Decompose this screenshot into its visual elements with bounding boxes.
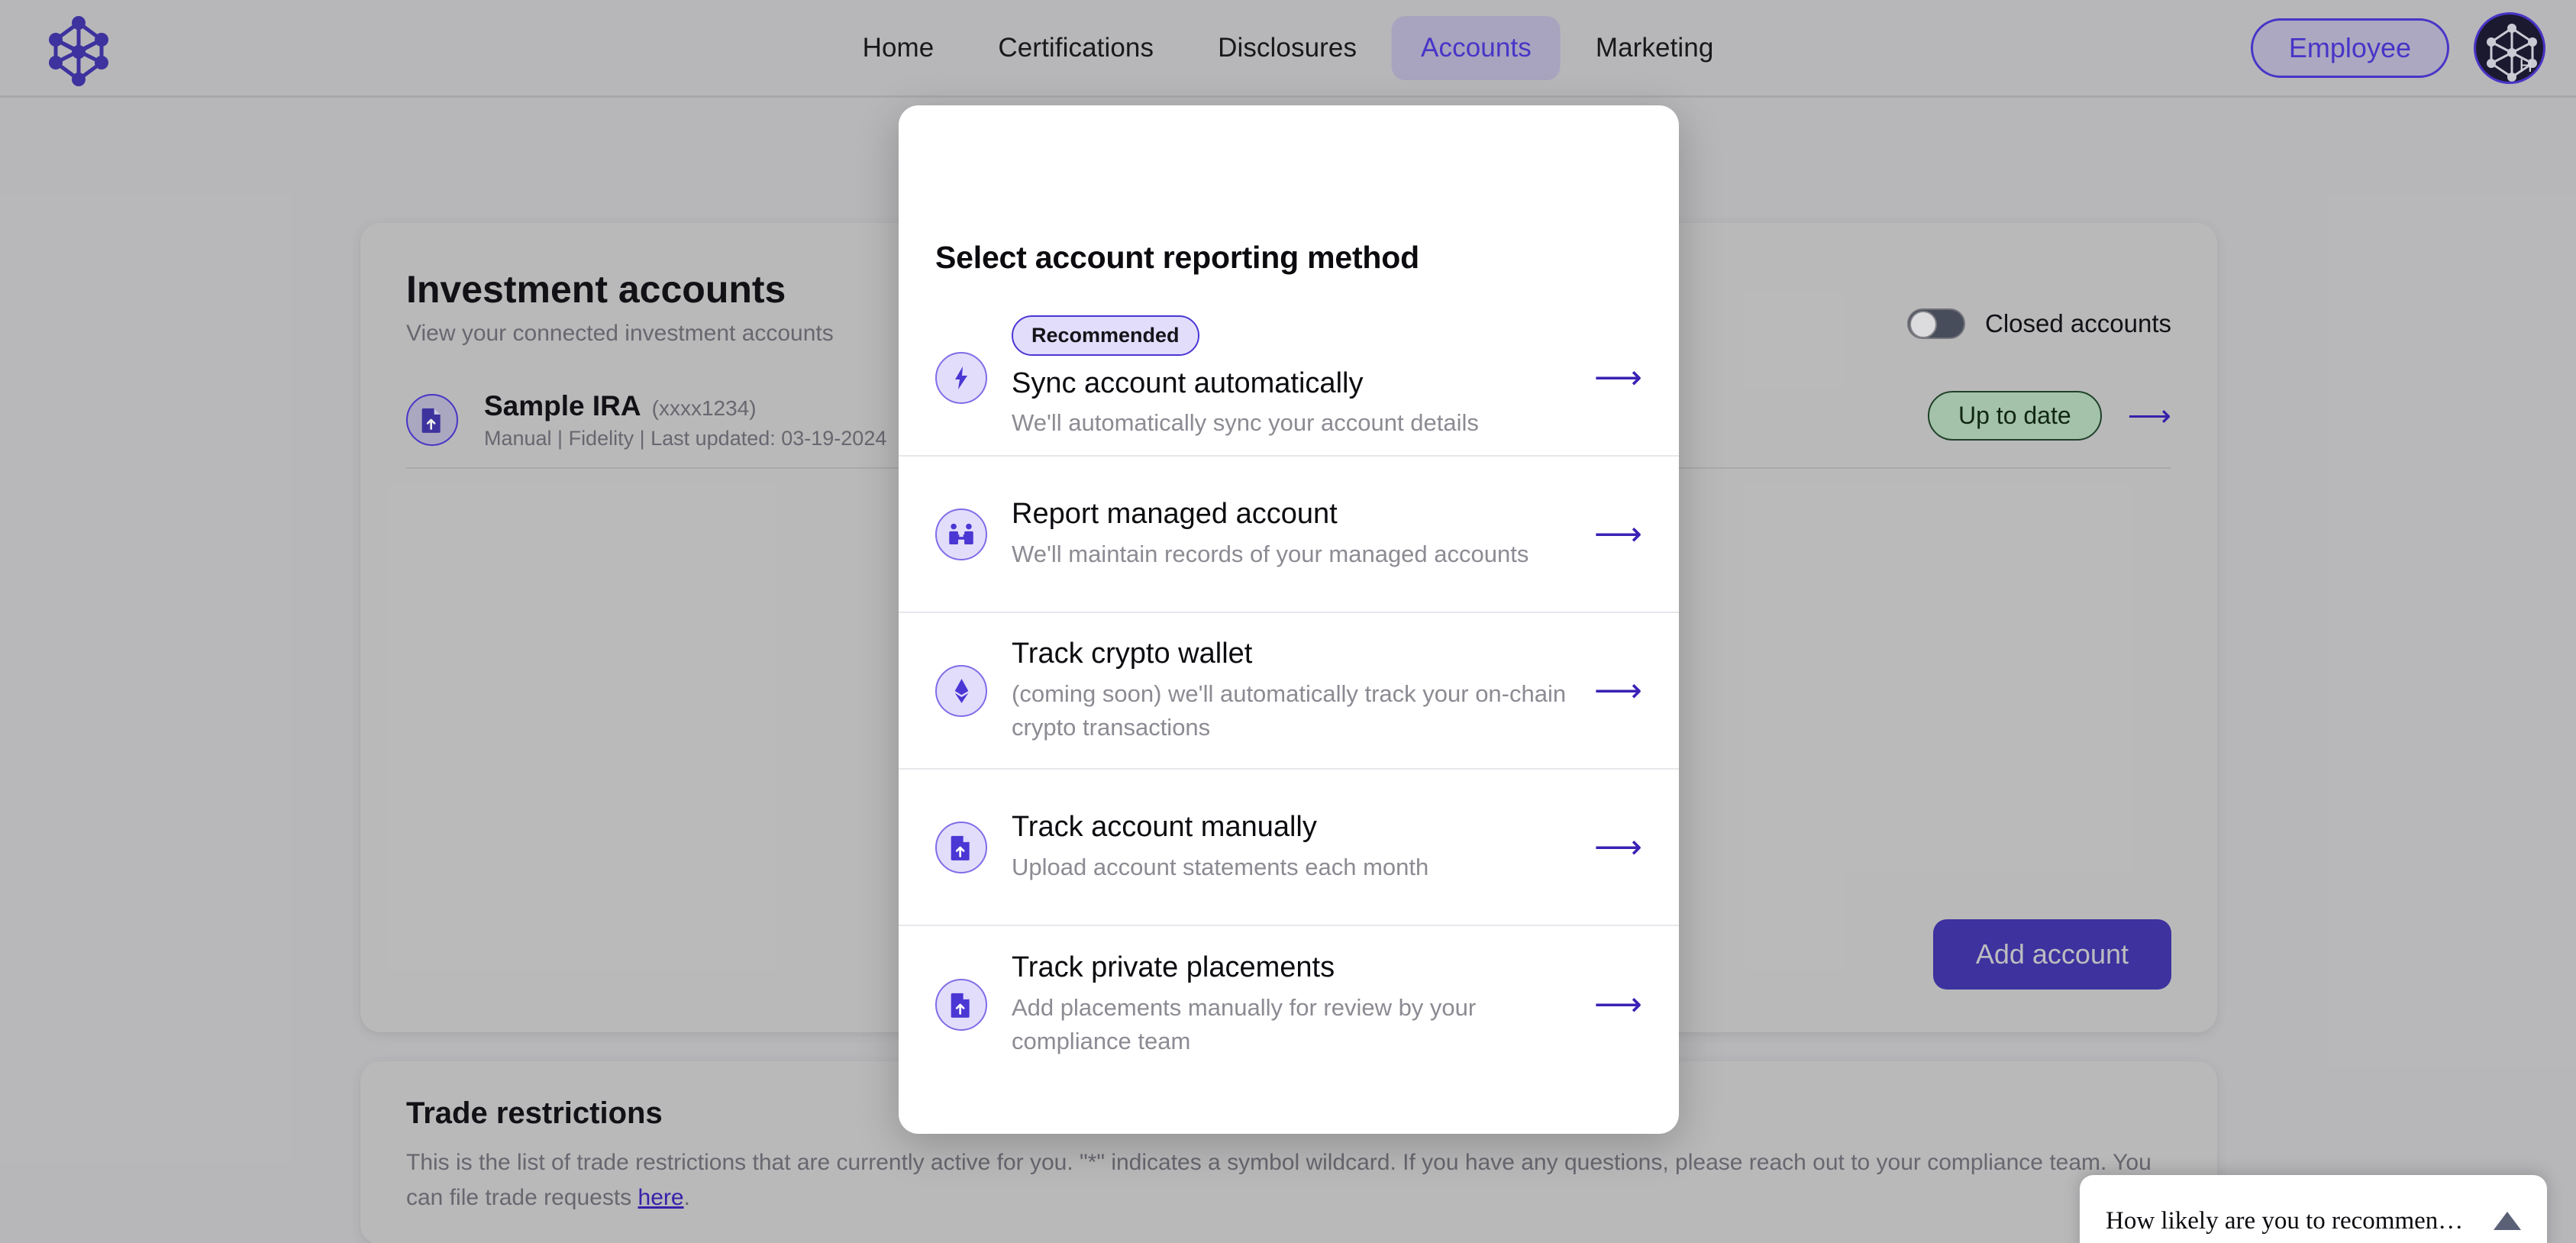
arrow-right-icon[interactable]: ⟶	[1594, 360, 1642, 395]
option-body: Track private placements Add placements …	[1012, 951, 1594, 1058]
option-title: Track account manually	[1012, 811, 1317, 844]
reporting-method-options: Recommended Sync account automatically W…	[899, 300, 1679, 1083]
ethereum-icon	[935, 664, 987, 717]
survey-question: How likely are you to recommen…	[2106, 1206, 2464, 1235]
arrow-right-icon[interactable]: ⟶	[1594, 673, 1642, 708]
option-description: We'll automatically sync your account de…	[1012, 409, 1479, 437]
option-title: Sync account automatically	[1012, 366, 1364, 399]
option-track-crypto-wallet[interactable]: Track crypto wallet (coming soon) we'll …	[899, 613, 1679, 770]
nps-survey-widget[interactable]: How likely are you to recommen…	[2080, 1175, 2547, 1243]
option-title: Track private placements	[1012, 951, 1335, 984]
option-body: Track crypto wallet (coming soon) we'll …	[1012, 637, 1594, 744]
collapse-caret-icon[interactable]	[2494, 1212, 2521, 1230]
arrow-right-icon[interactable]: ⟶	[1594, 987, 1642, 1022]
arrow-right-icon[interactable]: ⟶	[1594, 517, 1642, 551]
lightning-bolt-icon	[935, 351, 987, 404]
dialog-title: Select account reporting method	[935, 240, 1419, 275]
account-reporting-method-dialog: Select account reporting method Recommen…	[899, 105, 1679, 1134]
option-body: Track account manually Upload account st…	[1012, 810, 1594, 884]
option-description: (coming soon) we'll automatically track …	[1012, 680, 1567, 741]
option-report-managed-account[interactable]: Report managed account We'll maintain re…	[899, 457, 1679, 613]
option-track-account-manually[interactable]: Track account manually Upload account st…	[899, 770, 1679, 926]
option-sync-account-automatically[interactable]: Recommended Sync account automatically W…	[899, 300, 1679, 457]
option-body: Recommended Sync account automatically W…	[1012, 315, 1594, 441]
option-track-private-placements[interactable]: Track private placements Add placements …	[899, 926, 1679, 1083]
option-body: Report managed account We'll maintain re…	[1012, 497, 1594, 571]
arrow-right-icon[interactable]: ⟶	[1594, 830, 1642, 864]
option-title: Track crypto wallet	[1012, 638, 1253, 670]
document-upload-icon	[935, 978, 987, 1031]
option-description: We'll maintain records of your managed a…	[1012, 540, 1529, 567]
option-description: Upload account statements each month	[1012, 853, 1429, 880]
handshake-people-icon	[935, 508, 987, 560]
document-upload-icon	[935, 821, 987, 873]
option-title: Report managed account	[1012, 498, 1338, 531]
recommended-badge: Recommended	[1012, 315, 1199, 356]
option-description: Add placements manually for review by yo…	[1012, 993, 1477, 1054]
